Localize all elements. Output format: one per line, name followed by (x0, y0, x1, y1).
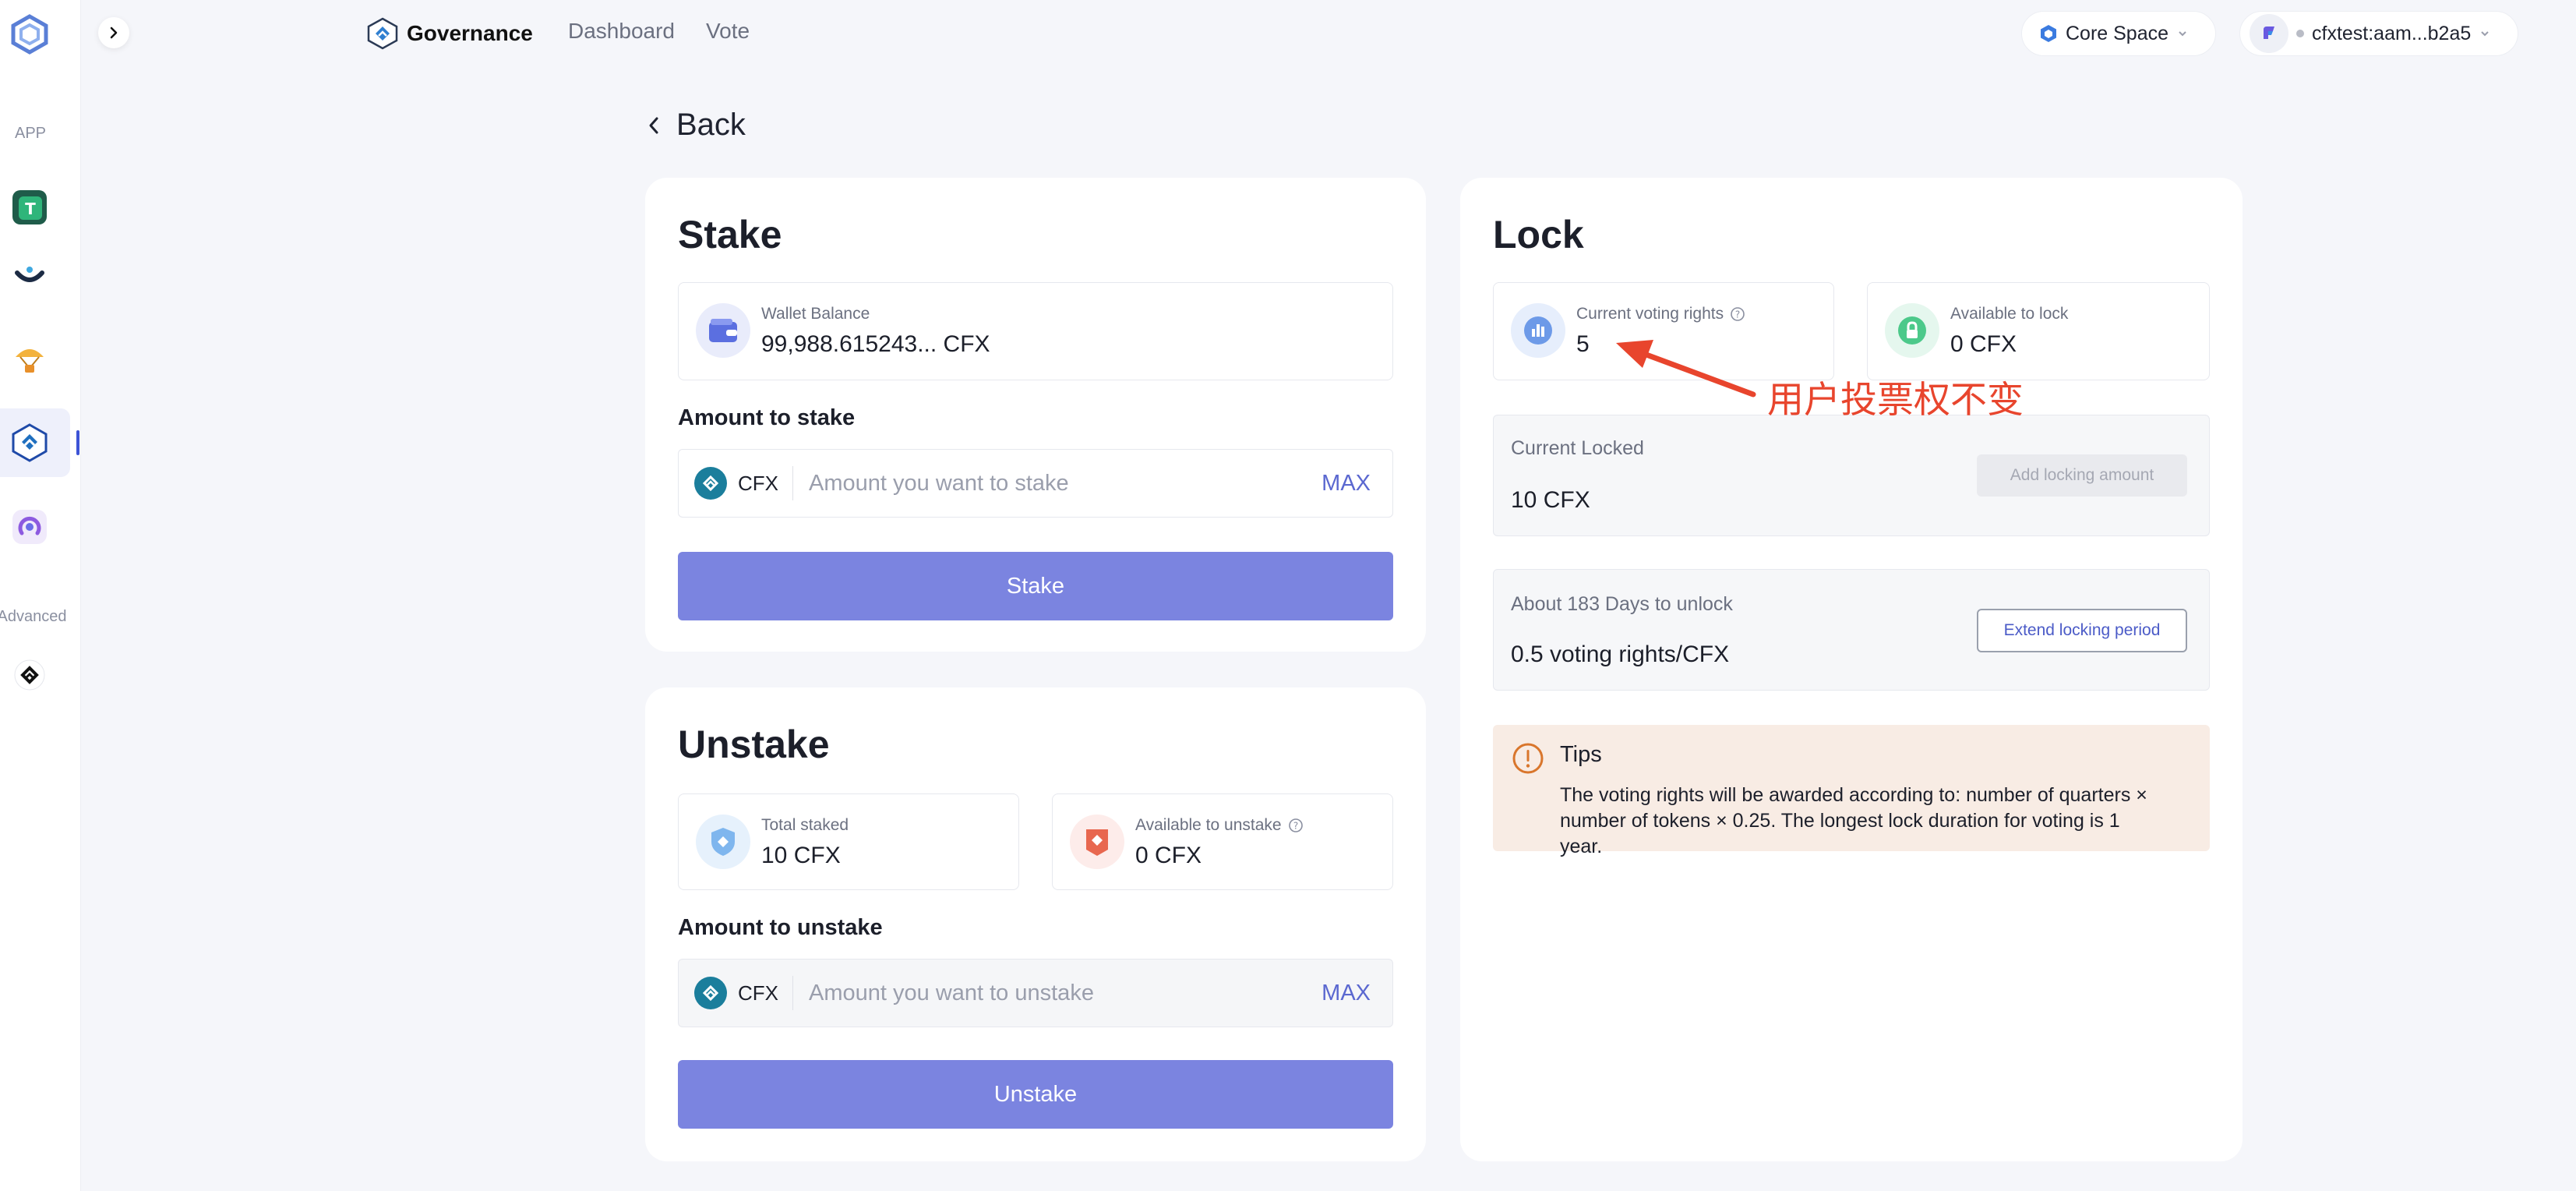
back-button[interactable]: Back (647, 108, 746, 143)
warning-icon (1512, 743, 1544, 774)
unstake-token-selector: CFX (679, 976, 793, 1010)
wallet-balance-icon (696, 303, 750, 358)
add-locking-amount-button[interactable]: Add locking amount (1977, 454, 2187, 497)
unstake-card: Unstake Total staked 10 CFX Available to… (645, 687, 1426, 1161)
wallet-icon (2250, 14, 2288, 53)
voting-rights-text: Current voting rights (1576, 305, 1724, 323)
chevron-left-icon (649, 117, 658, 133)
current-locked-label: Current Locked (1511, 437, 1644, 459)
unlock-panel: About 183 Days to unlock 0.5 voting righ… (1493, 569, 2210, 691)
account-selector[interactable]: cfxtest:aam...b2a5 (2239, 11, 2518, 56)
available-to-unstake-label: Available to unstake ? (1135, 816, 1304, 835)
chevron-down-icon (2481, 31, 2489, 37)
sidebar-section-app: APP (14, 125, 47, 142)
current-locked-value: 10 CFX (1511, 487, 1590, 513)
total-staked-icon (696, 815, 750, 869)
stake-token-selector: CFX (679, 466, 793, 500)
voting-rights-label: Current voting rights ? (1576, 305, 1745, 323)
sidebar-active-indicator (76, 430, 79, 455)
wallet-balance-value: 99,988.615243... CFX (761, 331, 990, 357)
sidebar-section-advanced: Advanced (0, 608, 67, 625)
annotation-arrow-icon (1616, 340, 1756, 398)
unstake-amount-input[interactable] (793, 980, 1322, 1006)
lock-card: Lock Current voting rights ? 5 Available… (1460, 178, 2243, 1161)
stake-max-button[interactable]: MAX (1322, 471, 1392, 497)
conflux-logo-icon[interactable] (9, 14, 50, 55)
available-to-unstake-value: 0 CFX (1135, 843, 1202, 868)
network-selector[interactable]: Core Space (2021, 11, 2216, 56)
available-to-lock-value: 0 CFX (1950, 331, 2017, 357)
svg-text:?: ? (1735, 309, 1740, 320)
governance-logo-icon (367, 17, 398, 50)
help-icon[interactable]: ? (1730, 306, 1745, 322)
cfx-token-icon (694, 977, 727, 1009)
back-label: Back (676, 108, 746, 142)
stake-token-label: CFX (738, 471, 778, 495)
available-to-lock-box: Available to lock 0 CFX (1867, 282, 2210, 380)
stake-button[interactable]: Stake (678, 552, 1393, 620)
available-to-lock-icon (1885, 303, 1939, 358)
nav-vote[interactable]: Vote (706, 19, 750, 44)
governance-app-icon[interactable] (9, 422, 50, 463)
nav-dashboard[interactable]: Dashboard (568, 19, 675, 44)
svg-text:?: ? (1293, 821, 1297, 832)
unstake-title: Unstake (678, 723, 830, 766)
unstake-button[interactable]: Unstake (678, 1060, 1393, 1129)
amount-to-unstake-label: Amount to unstake (678, 915, 883, 940)
unlock-label: About 183 Days to unlock (1511, 593, 1733, 615)
governance-brand[interactable]: Governance (366, 17, 533, 50)
airdrop-app-icon[interactable] (9, 338, 50, 379)
account-address: cfxtest:aam...b2a5 (2312, 22, 2472, 44)
chevron-down-icon (2179, 31, 2186, 37)
amount-to-stake-label: Amount to stake (678, 405, 856, 430)
sidebar-expand-button[interactable] (98, 17, 129, 48)
sidebar: APP T Advanced (0, 0, 81, 1191)
wallet-balance-label: Wallet Balance (761, 305, 870, 323)
tips-panel: Tips The voting rights will be awarded a… (1493, 725, 2210, 857)
available-to-lock-label: Available to lock (1950, 305, 2069, 323)
cfx-token-icon (694, 467, 727, 500)
annotation-text: 用户投票权不变 (1767, 379, 2024, 420)
total-staked-box: Total staked 10 CFX (678, 793, 1019, 890)
stake-amount-field[interactable]: CFX MAX (678, 449, 1393, 518)
lock-title: Lock (1493, 213, 1584, 256)
available-to-unstake-box: Available to unstake ? 0 CFX (1052, 793, 1393, 890)
voting-rights-icon (1511, 303, 1565, 358)
available-to-unstake-text: Available to unstake (1135, 816, 1282, 834)
tips-title: Tips (1560, 742, 1602, 767)
pos-app-icon[interactable] (9, 507, 50, 547)
available-to-unstake-icon (1070, 815, 1124, 869)
help-icon[interactable]: ? (1288, 818, 1304, 833)
network-label: Core Space (2066, 22, 2169, 44)
current-locked-panel: Current Locked 10 CFX Add locking amount (1493, 415, 2210, 536)
unstake-token-label: CFX (738, 981, 778, 1005)
unstake-max-button[interactable]: MAX (1322, 981, 1392, 1006)
total-staked-label: Total staked (761, 816, 849, 834)
token-app-icon[interactable]: T (9, 187, 50, 228)
voting-rights-value: 5 (1576, 331, 1590, 357)
wallet-balance-box: Wallet Balance 99,988.615243... CFX (678, 282, 1393, 380)
chevron-right-icon (110, 27, 118, 39)
svg-text:T: T (25, 200, 36, 218)
connection-status-dot (2296, 30, 2304, 37)
total-staked-value: 10 CFX (761, 843, 841, 868)
governance-advanced-icon[interactable] (9, 655, 50, 695)
unstake-amount-field[interactable]: CFX MAX (678, 959, 1393, 1027)
stake-title: Stake (678, 213, 782, 256)
voting-rate-value: 0.5 voting rights/CFX (1511, 641, 1730, 667)
extend-locking-period-button[interactable]: Extend locking period (1977, 609, 2187, 652)
brand-title: Governance (407, 21, 533, 45)
core-space-icon (2041, 25, 2056, 42)
wallet-app-icon[interactable] (9, 257, 50, 298)
tips-text: The voting rights will be awarded accord… (1560, 784, 2147, 857)
stake-card: Stake Wallet Balance 99,988.615243... CF… (645, 178, 1426, 652)
stake-amount-input[interactable] (793, 470, 1322, 497)
